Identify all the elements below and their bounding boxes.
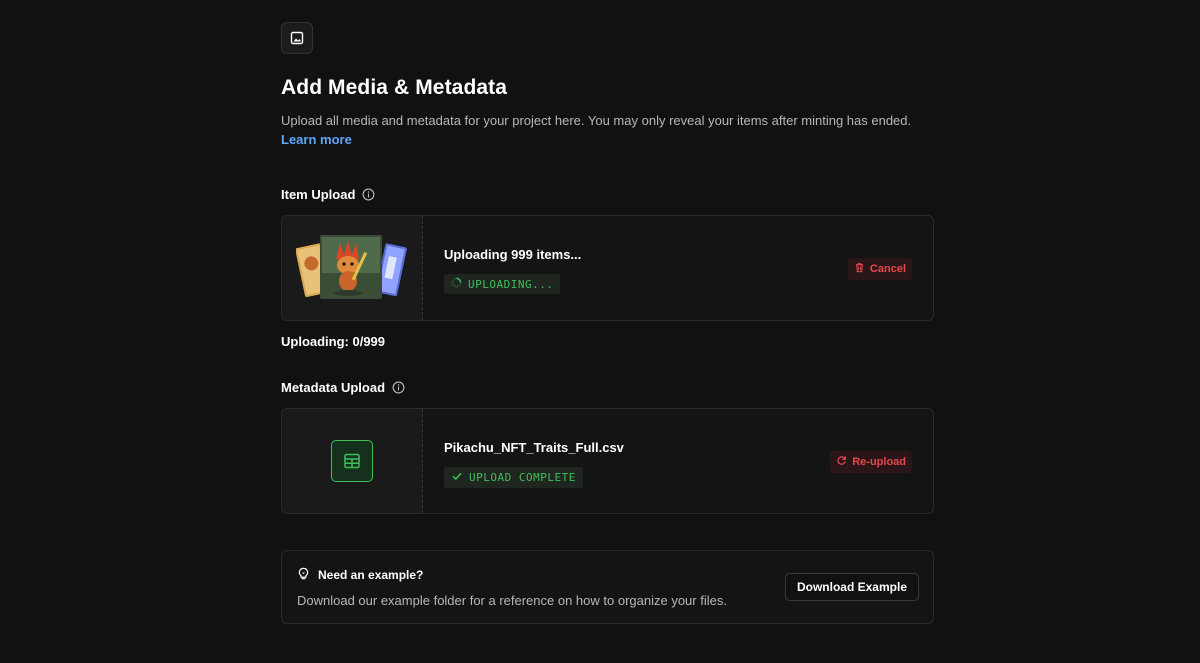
re-upload-button[interactable]: Re-upload	[830, 451, 912, 473]
uploading-status-text: UPLOADING...	[468, 277, 554, 291]
info-icon[interactable]	[362, 188, 375, 201]
check-icon	[451, 470, 463, 485]
re-upload-button-label: Re-upload	[852, 456, 906, 468]
cancel-button-label: Cancel	[869, 263, 906, 275]
example-title: Need an example?	[297, 567, 423, 583]
item-preview-thumbnail	[282, 216, 423, 320]
item-upload-label-text: Item Upload	[281, 187, 356, 202]
table-icon	[331, 440, 373, 482]
nft-preview-image	[296, 235, 407, 299]
info-icon[interactable]	[392, 381, 405, 394]
image-icon	[281, 22, 313, 54]
page-description: Upload all media and metadata for your p…	[281, 111, 921, 149]
upload-complete-badge: UPLOAD COMPLETE	[444, 467, 583, 488]
item-upload-label: Item Upload	[281, 187, 934, 202]
item-upload-info: Uploading 999 items... UPLOADING...	[423, 216, 581, 320]
description-text: Upload all media and metadata for your p…	[281, 113, 912, 128]
learn-more-link[interactable]: Learn more	[281, 132, 352, 147]
cancel-button[interactable]: Cancel	[847, 258, 912, 280]
example-description: Download our example folder for a refere…	[297, 593, 727, 608]
metadata-upload-info: Pikachu_NFT_Traits_Full.csv UPLOAD COMPL…	[423, 409, 624, 513]
lightbulb-icon	[297, 567, 310, 583]
refresh-icon	[836, 455, 847, 469]
item-upload-card: Uploading 999 items... UPLOADING... Canc…	[281, 215, 934, 321]
metadata-upload-label: Metadata Upload	[281, 380, 934, 395]
metadata-file-name: Pikachu_NFT_Traits_Full.csv	[444, 440, 624, 455]
metadata-file-thumbnail	[282, 409, 423, 513]
example-help-box: Need an example? Download our example fo…	[281, 550, 934, 624]
page-title: Add Media & Metadata	[281, 76, 508, 99]
upload-complete-text: UPLOAD COMPLETE	[469, 471, 576, 484]
item-upload-title: Uploading 999 items...	[444, 247, 582, 262]
example-title-text: Need an example?	[318, 568, 424, 582]
upload-progress-text: Uploading: 0/999	[281, 334, 386, 349]
metadata-upload-card: Pikachu_NFT_Traits_Full.csv UPLOAD COMPL…	[281, 408, 934, 514]
spinner-icon	[451, 277, 462, 291]
add-media-page: Add Media & Metadata Upload all media an…	[281, 22, 934, 624]
download-example-button[interactable]: Download Example	[784, 573, 919, 601]
trash-icon	[854, 262, 865, 276]
metadata-upload-label-text: Metadata Upload	[281, 380, 386, 395]
uploading-status-badge: UPLOADING...	[444, 274, 561, 294]
